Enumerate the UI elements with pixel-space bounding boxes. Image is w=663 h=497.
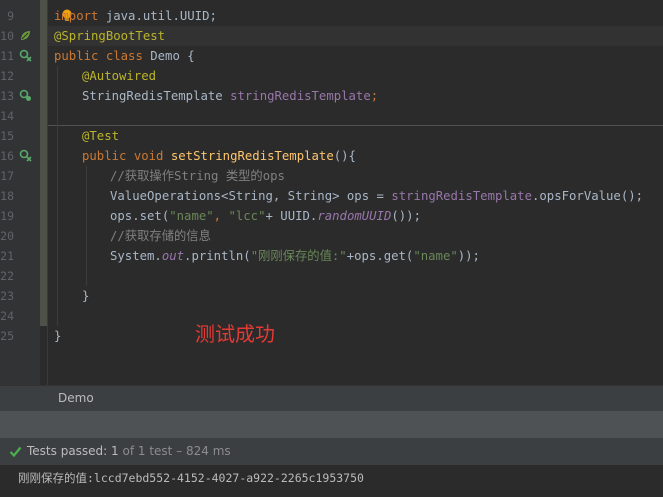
- code-text: ));: [457, 249, 480, 263]
- line-number: 19: [0, 209, 14, 223]
- annotation: @SpringBootTest: [54, 29, 166, 43]
- field-name: stringRedisTemplate: [230, 89, 371, 103]
- line-number: 23: [0, 289, 14, 303]
- keyword: public: [82, 149, 127, 163]
- line-number: 15: [0, 129, 14, 143]
- code-text: (){: [333, 149, 356, 163]
- test-status-bar: Tests passed: 1 of 1 test – 824 ms: [0, 438, 663, 466]
- string-literal: "name": [169, 209, 214, 223]
- code-text: ;: [370, 89, 379, 103]
- horizontal-scrollbar[interactable]: [0, 411, 663, 438]
- line-number: 13: [0, 89, 14, 103]
- string-literal: "name": [413, 249, 458, 263]
- code-line-21: System.out.println("刚刚保存的值:"+ops.get("na…: [110, 246, 480, 266]
- keyword: public: [54, 49, 99, 63]
- line-number: 11: [0, 49, 14, 63]
- passed-label: Tests passed:: [27, 444, 108, 458]
- keyword: class: [98, 49, 143, 63]
- code-text: System.: [110, 249, 162, 263]
- string-literal: "lcc": [228, 209, 266, 223]
- annotation: @Test: [82, 129, 120, 143]
- code-line-12: @Autowired: [82, 66, 156, 86]
- code-line-18: ValueOperations<String, String> ops = st…: [110, 186, 643, 206]
- code-line-9: import java.util.UUID;: [54, 6, 217, 26]
- passed-check-icon: [9, 446, 22, 458]
- keyword: import: [54, 9, 99, 23]
- code-text: Demo {: [142, 49, 195, 63]
- code-line-19: ops.set("name", "lcc"+ UUID.randomUUID()…: [110, 206, 421, 226]
- gutter-separator: [47, 0, 48, 385]
- static-field: out: [161, 249, 185, 263]
- indent-guide: [57, 66, 58, 326]
- bean-autowired-icon[interactable]: [19, 89, 32, 102]
- static-method: randomUUID: [317, 209, 392, 223]
- line-number: 12: [0, 69, 14, 83]
- code-line-23: }: [82, 289, 90, 303]
- code-line-20: //获取存储的信息: [110, 229, 211, 243]
- line-number: 22: [0, 269, 14, 283]
- annotation: @Autowired: [82, 69, 157, 83]
- code-text: ());: [391, 209, 421, 223]
- string-literal: "刚刚保存的值:": [250, 249, 347, 263]
- tab-demo[interactable]: Demo: [58, 391, 94, 405]
- code-line-11: public class Demo {: [54, 46, 195, 66]
- line-number: 25: [0, 329, 14, 343]
- passed-count: 1: [111, 444, 119, 458]
- code-editor[interactable]: 9 10 11 12 13 14 15 16 17 18 19 20 21 22…: [0, 0, 663, 385]
- code-text: .println(: [184, 249, 251, 263]
- code-line-10: @SpringBootTest: [54, 26, 165, 46]
- method-separator: [48, 125, 663, 126]
- editor-tab-bar: Demo: [0, 385, 663, 411]
- line-number: 17: [0, 169, 14, 183]
- test-success-annotation: 测试成功: [195, 322, 275, 346]
- line-number: 24: [0, 309, 14, 323]
- line-number: 21: [0, 249, 14, 263]
- code-text: StringRedisTemplate: [82, 89, 231, 103]
- keyword: void: [126, 149, 164, 163]
- code-text: + UUID.: [265, 209, 318, 223]
- code-text: .opsForValue();: [532, 189, 644, 203]
- code-text: ValueOperations<String, String> ops =: [110, 189, 392, 203]
- code-line-13: StringRedisTemplate stringRedisTemplate;: [82, 86, 378, 106]
- console-line: 刚刚保存的值:lccd7ebd552-4152-4027-a922-2265c1…: [18, 471, 364, 485]
- console-output[interactable]: 刚刚保存的值:lccd7ebd552-4152-4027-a922-2265c1…: [0, 466, 663, 497]
- code-line-17: //获取操作String 类型的ops: [110, 169, 285, 183]
- test-status-text: Tests passed: 1 of 1 test – 824 ms: [27, 444, 231, 458]
- line-number: 20: [0, 229, 14, 243]
- line-number: 9: [7, 9, 14, 23]
- run-test-icon[interactable]: [19, 49, 32, 62]
- code-line-15: @Test: [82, 126, 119, 146]
- run-test-icon[interactable]: [19, 149, 32, 162]
- code-text: java.util.UUID;: [98, 9, 217, 23]
- indent-guide: [86, 166, 87, 286]
- method-name: setStringRedisTemplate: [163, 149, 334, 163]
- line-number: 10: [0, 29, 14, 43]
- code-text: +ops.get(: [346, 249, 414, 263]
- test-summary: of 1 test – 824 ms: [122, 444, 231, 458]
- code-line-25: }: [54, 329, 62, 343]
- run-spring-icon[interactable]: [19, 29, 32, 42]
- line-number: 14: [0, 109, 14, 123]
- code-text: ,: [213, 209, 229, 223]
- code-line-16: public void setStringRedisTemplate(){: [82, 146, 356, 166]
- line-number: 18: [0, 189, 14, 203]
- code-text: ops.set(: [110, 209, 170, 223]
- field-name: stringRedisTemplate: [391, 189, 532, 203]
- line-number: 16: [0, 149, 14, 163]
